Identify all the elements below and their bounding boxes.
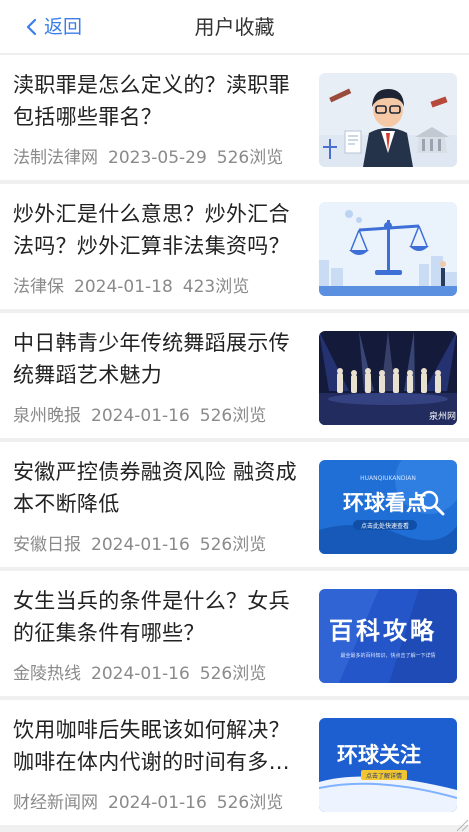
article-thumbnail[interactable] [319,73,457,167]
article-thumbnail[interactable]: 泉州网 [319,331,457,425]
thumb-sub: 最全最多的百科知识，快点击了解一下详情 [340,652,435,659]
list-item[interactable]: 女生当兵的条件是什么？女兵的征集条件有哪些？ 金陵热线 2024-01-16 526… [0,571,469,696]
list-item[interactable]: 饮用咖啡后失眠该如何解决？咖啡在体内代谢的时间有多长？ 财经新闻网 2024-01… [0,700,469,825]
thumb-sub: 点击此处快速查看 [361,522,409,530]
article-source: 泉州晚报 [13,406,81,426]
article-views: 526浏览 [199,664,267,684]
list-item[interactable]: 渎职罪是怎么定义的？渎职罪包括哪些罪名？ 法制法律网 2023-05-29 526浏… [0,55,469,180]
scales-illustration-icon [319,202,457,296]
thumb-sub: 点击了解详情 [366,772,402,780]
article-source: 法律保 [13,277,64,297]
banner-global-view-icon: HUANQIUKANDIAN 环球看点 点击此处快速查看 [319,460,457,554]
article-date: 2024-01-16 [91,535,190,555]
article-source: 金陵热线 [13,664,81,684]
article-meta: 财经新闻网 2024-01-16 526浏览 [13,792,283,814]
thumb-watermark: 泉州网 [429,410,456,422]
thumb-title: 百科攻略 [329,617,437,645]
list-item[interactable]: 炒外汇是什么意思？炒外汇合法吗？炒外汇算非法集资吗？ 法律保 2024-01-18… [0,184,469,309]
stage-photo-icon: 泉州网 [319,331,457,425]
article-views: 526浏览 [199,535,267,555]
lawyer-illustration-icon [319,73,457,167]
thumb-title: 环球关注 [337,743,421,767]
article-meta: 泉州晚报 2024-01-16 526浏览 [13,405,266,427]
banner-encyclopedia-icon: 百科攻略 最全最多的百科知识，快点击了解一下详情 [319,589,457,683]
article-date: 2024-01-16 [91,406,190,426]
article-source: 法制法律网 [13,148,98,168]
thumb-title: 环球看点 [343,491,427,515]
article-title[interactable]: 中日韩青少年传统舞蹈展示传统舞蹈艺术魅力 [13,327,303,391]
article-thumbnail[interactable]: HUANQIUKANDIAN 环球看点 点击此处快速查看 [319,460,457,554]
top-bar: 返回 用户收藏 [0,0,469,54]
article-date: 2023-05-29 [108,148,207,168]
resize-handle-icon [456,819,469,832]
page-title: 用户收藏 [194,15,275,39]
thumb-pinyin: HUANQIUKANDIAN [360,475,416,482]
list-item[interactable]: 安徽严控债券融资风险 融资成本不断降低 安徽日报 2024-01-16 526浏览 … [0,442,469,567]
article-title[interactable]: 女生当兵的条件是什么？女兵的征集条件有哪些？ [13,585,303,649]
article-title[interactable]: 炒外汇是什么意思？炒外汇合法吗？炒外汇算非法集资吗？ [13,198,303,262]
banner-global-focus-icon: 环球关注 点击了解详情 [319,718,457,812]
article-date: 2024-01-18 [74,277,173,297]
article-date: 2024-01-16 [91,664,190,684]
article-title[interactable]: 渎职罪是怎么定义的？渎职罪包括哪些罪名？ [13,69,303,133]
article-meta: 法律保 2024-01-18 423浏览 [13,276,249,298]
list-item[interactable]: 中日韩青少年传统舞蹈展示传统舞蹈艺术魅力 泉州晚报 2024-01-16 526浏览 [0,313,469,438]
article-thumbnail[interactable]: 百科攻略 最全最多的百科知识，快点击了解一下详情 [319,589,457,683]
article-title[interactable]: 饮用咖啡后失眠该如何解决？咖啡在体内代谢的时间有多长？ [13,714,303,778]
article-source: 安徽日报 [13,535,81,555]
article-views: 526浏览 [199,406,267,426]
article-views: 526浏览 [216,148,284,168]
article-title[interactable]: 安徽严控债券融资风险 融资成本不断降低 [13,456,303,520]
article-views: 526浏览 [216,793,284,813]
article-meta: 金陵热线 2024-01-16 526浏览 [13,663,266,685]
article-thumbnail[interactable]: 环球关注 点击了解详情 [319,718,457,812]
article-date: 2024-01-16 [108,793,207,813]
article-views: 423浏览 [182,277,250,297]
article-meta: 法制法律网 2023-05-29 526浏览 [13,147,283,169]
article-source: 财经新闻网 [13,793,98,813]
article-thumbnail[interactable] [319,202,457,296]
article-meta: 安徽日报 2024-01-16 526浏览 [13,534,266,556]
